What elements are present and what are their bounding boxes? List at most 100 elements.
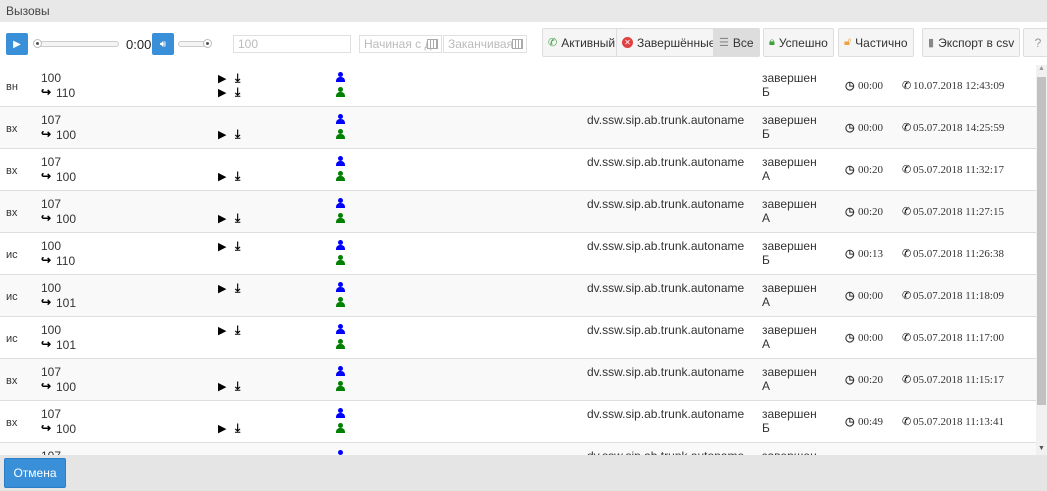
download-icon[interactable]: ⤓	[235, 421, 240, 436]
phone-icon: ✆	[902, 122, 912, 134]
scroll-up-icon[interactable]: ▲	[1038, 65, 1045, 72]
call-date: 05.07.2018 11:32:17	[913, 164, 1004, 176]
download-icon[interactable]: ⤓	[235, 71, 240, 86]
phone-icon: ✆	[902, 332, 912, 344]
start-date-placeholder: Начиная с д	[364, 37, 432, 51]
table-row[interactable]: вх 107 ↪ 100 ▶ ⤓ dv.ssw.sip.ab.trunk.autoname…	[0, 401, 1036, 443]
scroll-down-icon[interactable]: ▼	[1038, 445, 1045, 452]
redirect-arrow-icon: ↪	[41, 253, 52, 267]
clock-icon: ◷	[845, 164, 855, 176]
download-icon[interactable]: ⤓	[235, 323, 240, 338]
number-filter-input[interactable]	[233, 35, 351, 53]
table-row[interactable]: вх 107 ↪ 100 ▶ ⤓ dv.ssw.sip.ab.trunk.autoname…	[0, 359, 1036, 401]
call-side: А	[762, 211, 771, 225]
call-status: завершен	[762, 155, 817, 169]
phone-icon: ✆	[902, 374, 912, 386]
label: Частично	[855, 35, 908, 50]
clock-icon: ◷	[845, 374, 855, 386]
callee-user-icon	[336, 213, 345, 223]
calendar-icon[interactable]	[512, 39, 523, 49]
close-circle-icon: ✕	[622, 37, 633, 48]
filter-partial-button[interactable]: 🔓︎ Частично	[838, 28, 914, 57]
caller-user-icon	[336, 156, 345, 166]
direction: вх	[6, 207, 18, 219]
progress-handle[interactable]	[33, 39, 42, 48]
call-date: 05.07.2018 11:13:41	[913, 416, 1004, 428]
call-duration: 00:00	[858, 122, 884, 134]
label: Экспорт в csv	[938, 35, 1015, 50]
table-row[interactable]: ис 100 ↪ 110 ▶ ⤓ dv.ssw.sip.ab.trunk.autoname…	[0, 233, 1036, 275]
call-duration: 00:00	[858, 290, 884, 302]
play-record-icon[interactable]: ▶	[218, 128, 226, 141]
scrollbar-thumb[interactable]	[1037, 77, 1046, 405]
cancel-button[interactable]: Отмена	[4, 458, 66, 488]
caller-user-icon	[336, 198, 345, 208]
table-row[interactable]: вх 107 ↪ 100 ▶ ⤓ dv.ssw.sip.ab.trunk.autoname…	[0, 191, 1036, 233]
caller-number: 100	[41, 71, 62, 85]
table-row[interactable]: ис 100 ↪ 101 ▶ ⤓ dv.ssw.sip.ab.trunk.autoname…	[0, 275, 1036, 317]
table-row[interactable]: 107dv.ssw.sip.ab.trunk.autonameзавершен	[0, 443, 1036, 455]
calls-table: вн 100 ↪ 110 ▶ ⤓ ▶ ⤓ завершен Б ◷ 00:00 ✆ 10.07.201…	[0, 65, 1036, 455]
direction: вх	[6, 417, 18, 429]
start-date-input[interactable]: Начиная с д	[359, 35, 442, 53]
play-button[interactable]: ▶	[6, 33, 28, 55]
play-record-icon[interactable]: ▶	[218, 422, 226, 435]
call-date: 05.07.2018 14:25:59	[913, 122, 1005, 134]
clock-icon: ◷	[845, 122, 855, 134]
callee-user-icon	[336, 381, 345, 391]
volume-handle[interactable]	[203, 39, 212, 48]
download-icon[interactable]: ⤓	[235, 85, 240, 100]
download-icon[interactable]: ⤓	[235, 127, 240, 142]
volume-button[interactable]: 🔊︎	[152, 33, 174, 55]
call-duration: 00:20	[858, 164, 884, 176]
label: Завершённые	[637, 35, 716, 50]
time-display: 0:00	[126, 37, 152, 52]
trunk-name: dv.ssw.sip.ab.trunk.autoname	[587, 155, 745, 169]
scrollbar[interactable]: ▲ ▼	[1036, 65, 1047, 455]
play-record-icon[interactable]: ▶	[218, 240, 226, 253]
download-icon[interactable]: ⤓	[235, 379, 240, 394]
phone-icon: ✆	[902, 80, 912, 92]
call-duration: 00:13	[858, 248, 884, 260]
table-row[interactable]: ис 100 ↪ 101 ▶ ⤓ dv.ssw.sip.ab.trunk.autoname…	[0, 317, 1036, 359]
help-button[interactable]: ?	[1023, 28, 1047, 57]
clock-icon: ◷	[845, 332, 855, 344]
filter-success-button[interactable]: 🔒︎ Успешно	[763, 28, 834, 57]
call-duration: 00:20	[858, 374, 884, 386]
play-record-icon[interactable]: ▶	[218, 72, 226, 85]
table-row[interactable]: вх 107 ↪ 100 ▶ ⤓ dv.ssw.sip.ab.trunk.autoname…	[0, 149, 1036, 191]
call-duration: 00:00	[858, 332, 884, 344]
call-side: Б	[762, 253, 770, 267]
play-record-icon[interactable]: ▶	[218, 380, 226, 393]
download-icon[interactable]: ⤓	[235, 239, 240, 254]
direction: ис	[6, 333, 18, 345]
play-record-icon[interactable]: ▶	[218, 324, 226, 337]
filter-finished-button[interactable]: ✕ Завершённые	[616, 28, 722, 57]
caller-number: 107	[41, 365, 62, 379]
end-date-input[interactable]: Заканчивая	[443, 35, 527, 53]
play-record-icon[interactable]: ▶	[218, 86, 226, 99]
call-date: 05.07.2018 11:18:09	[913, 290, 1004, 302]
play-record-icon[interactable]: ▶	[218, 212, 226, 225]
progress-slider[interactable]	[34, 41, 119, 47]
filter-active-button[interactable]: ✆ Активный	[542, 28, 622, 57]
trunk-name: dv.ssw.sip.ab.trunk.autoname	[587, 407, 745, 421]
download-icon[interactable]: ⤓	[235, 211, 240, 226]
play-record-icon[interactable]: ▶	[218, 282, 226, 295]
caller-user-icon	[336, 240, 345, 250]
direction: ис	[6, 291, 18, 303]
direction: вн	[6, 81, 18, 93]
table-row[interactable]: вн 100 ↪ 110 ▶ ⤓ ▶ ⤓ завершен Б ◷ 00:00 ✆ 10.07.201…	[0, 65, 1036, 107]
export-csv-button[interactable]: ▮ Экспорт в csv	[922, 28, 1021, 57]
calendar-icon[interactable]	[427, 39, 438, 49]
download-icon[interactable]: ⤓	[235, 169, 240, 184]
redirect-arrow-icon: ↪	[41, 295, 52, 309]
table-row[interactable]: вх 107 ↪ 100 ▶ ⤓ dv.ssw.sip.ab.trunk.autoname…	[0, 107, 1036, 149]
caller-number: 107	[41, 113, 62, 127]
filter-all-button[interactable]: ☰ Все	[713, 28, 760, 57]
download-icon[interactable]: ⤓	[235, 281, 240, 296]
play-record-icon[interactable]: ▶	[218, 170, 226, 183]
callee-number: 110	[56, 86, 76, 100]
callee-user-icon	[336, 423, 345, 433]
direction: вх	[6, 123, 18, 135]
